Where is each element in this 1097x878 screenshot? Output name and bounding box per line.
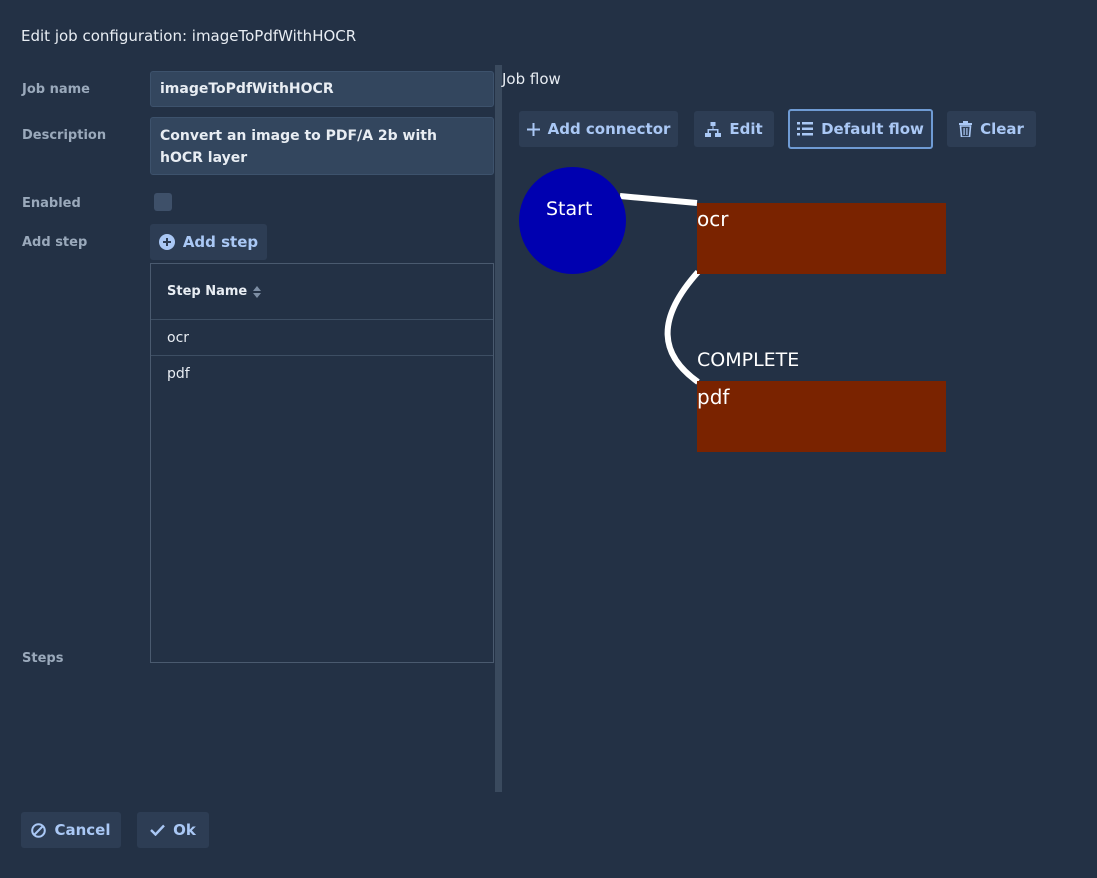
flow-node-pdf[interactable]: pdf [697,381,946,452]
start-node-label: Start [546,198,593,220]
cancel-label: Cancel [54,821,111,839]
ban-icon [31,822,47,838]
flow-node-label: ocr [697,207,729,231]
flow-node-ocr[interactable]: ocr [697,203,946,274]
ok-label: Ok [173,821,196,839]
start-to-ocr-edge[interactable] [619,193,698,206]
cancel-button[interactable]: Cancel [21,812,121,848]
ok-button[interactable]: Ok [137,812,209,848]
ocr-to-pdf-edge[interactable] [664,269,701,385]
start-node[interactable]: Start [519,167,626,274]
flow-node-label: pdf [697,385,730,409]
edge-label-complete: COMPLETE [697,349,800,371]
check-icon [150,824,165,836]
